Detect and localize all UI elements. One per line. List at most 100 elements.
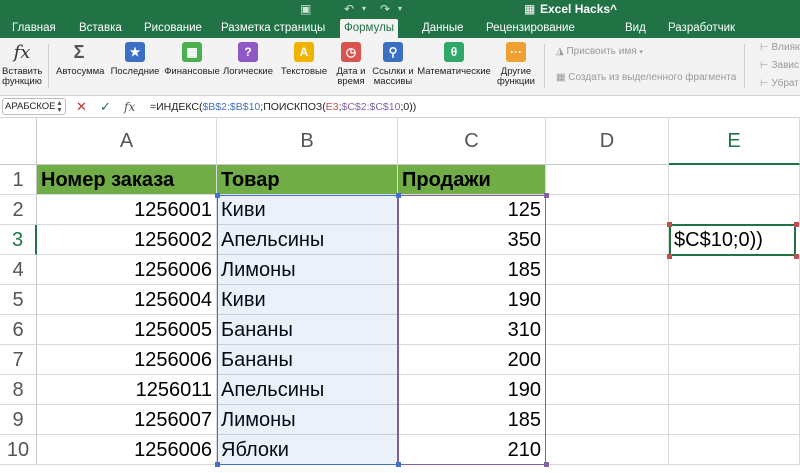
cell[interactable]: [669, 285, 800, 315]
assign-name-button[interactable]: ◮ Присвоить имя ▾: [556, 46, 643, 59]
cell[interactable]: Апельсины: [217, 225, 398, 255]
column-header-c[interactable]: C: [398, 118, 546, 165]
cell[interactable]: Лимоны: [217, 255, 398, 285]
cell[interactable]: [546, 165, 669, 195]
tab-3[interactable]: Разметка страницы: [217, 19, 329, 38]
tab-2[interactable]: Рисование: [140, 19, 206, 38]
tab-0[interactable]: Главная: [8, 19, 60, 38]
range-resize-handle[interactable]: [667, 254, 672, 259]
cell[interactable]: Бананы: [217, 345, 398, 375]
column-header-b[interactable]: B: [217, 118, 398, 165]
row-header-6[interactable]: 6: [0, 315, 37, 345]
cell[interactable]: Бананы: [217, 315, 398, 345]
range-resize-handle[interactable]: [396, 462, 401, 467]
cell[interactable]: Товар: [217, 165, 398, 195]
tab-1[interactable]: Вставка: [75, 19, 126, 38]
cell[interactable]: [546, 315, 669, 345]
range-resize-handle[interactable]: [544, 193, 549, 198]
cell[interactable]: [669, 405, 800, 435]
cell[interactable]: Киви: [217, 285, 398, 315]
cell[interactable]: 185: [398, 405, 546, 435]
fx-button[interactable]: fx: [124, 99, 135, 115]
cell[interactable]: 350: [398, 225, 546, 255]
cell[interactable]: [546, 345, 669, 375]
function-category-button-8[interactable]: ··· Другие функции: [494, 42, 538, 87]
cancel-icon[interactable]: ✕: [76, 99, 87, 115]
row-header-8[interactable]: 8: [0, 375, 37, 405]
cell[interactable]: Апельсины: [217, 375, 398, 405]
tab-8[interactable]: Разработчик: [664, 19, 739, 38]
cell[interactable]: 1256006: [37, 435, 217, 465]
cell[interactable]: Киви: [217, 195, 398, 225]
trace-dependents-button[interactable]: ⊢ Завис: [760, 60, 799, 72]
cell[interactable]: 1256004: [37, 285, 217, 315]
column-header-e[interactable]: E: [669, 118, 800, 165]
cell[interactable]: 1256006: [37, 255, 217, 285]
cell[interactable]: [669, 345, 800, 375]
cell[interactable]: [669, 255, 800, 285]
row-header-5[interactable]: 5: [0, 285, 37, 315]
cell[interactable]: 200: [398, 345, 546, 375]
function-category-button-7[interactable]: θ Математические: [416, 42, 492, 77]
redo-dropdown-icon[interactable]: ▾: [398, 1, 402, 17]
cell[interactable]: [669, 165, 800, 195]
trace-precedents-button[interactable]: ⊢ Влияю: [760, 42, 800, 54]
cell[interactable]: 190: [398, 285, 546, 315]
function-category-button-4[interactable]: A Текстовые: [278, 42, 330, 77]
cell[interactable]: 185: [398, 255, 546, 285]
cell[interactable]: [546, 195, 669, 225]
cell[interactable]: Яблоки: [217, 435, 398, 465]
row-header-10[interactable]: 10: [0, 435, 37, 465]
select-all-corner[interactable]: [0, 118, 37, 165]
cell[interactable]: [546, 435, 669, 465]
function-category-button-2[interactable]: ▦ Финансовые: [164, 42, 220, 77]
row-header-3[interactable]: 3: [0, 225, 37, 255]
cell[interactable]: 1256007: [37, 405, 217, 435]
function-category-button-0[interactable]: Σ Автосумма: [56, 42, 104, 77]
function-category-button-5[interactable]: ◷ Дата и время: [334, 42, 368, 87]
function-category-button-3[interactable]: ? Логические: [222, 42, 274, 77]
column-header-d[interactable]: D: [546, 118, 669, 165]
tab-6[interactable]: Рецензирование: [482, 19, 579, 38]
cell[interactable]: 190: [398, 375, 546, 405]
cell[interactable]: 1256011: [37, 375, 217, 405]
row-header-4[interactable]: 4: [0, 255, 37, 285]
cell[interactable]: [669, 315, 800, 345]
tab-7[interactable]: Вид: [621, 19, 650, 38]
cell[interactable]: Продажи: [398, 165, 546, 195]
cell[interactable]: 1256005: [37, 315, 217, 345]
cell[interactable]: [669, 435, 800, 465]
cell[interactable]: [669, 375, 800, 405]
cell[interactable]: [546, 285, 669, 315]
cell[interactable]: [546, 225, 669, 255]
range-resize-handle[interactable]: [667, 222, 672, 227]
tab-5[interactable]: Данные: [418, 19, 468, 38]
cell[interactable]: [669, 195, 800, 225]
range-resize-handle[interactable]: [794, 222, 799, 227]
row-header-2[interactable]: 2: [0, 195, 37, 225]
insert-function-button[interactable]: fx Вставить функцию: [2, 42, 42, 87]
undo-icon[interactable]: ↶: [344, 1, 354, 17]
undo-dropdown-icon[interactable]: ▾: [362, 1, 366, 17]
range-resize-handle[interactable]: [215, 193, 220, 198]
column-header-a[interactable]: A: [37, 118, 217, 165]
cell[interactable]: [546, 375, 669, 405]
function-category-button-6[interactable]: ⚲ Ссылки и массивы: [372, 42, 414, 87]
tab-4[interactable]: Формулы: [340, 19, 399, 38]
cell[interactable]: 1256002: [37, 225, 217, 255]
confirm-icon[interactable]: ✓: [100, 99, 111, 115]
row-header-9[interactable]: 9: [0, 405, 37, 435]
cell[interactable]: [546, 255, 669, 285]
formula-input[interactable]: =ИНДЕКС($B$2:$B$10;ПОИСКПОЗ(E3;$C$2:$C$1…: [150, 99, 416, 115]
range-resize-handle[interactable]: [794, 254, 799, 259]
function-category-button-1[interactable]: ★ Последние: [110, 42, 160, 77]
row-header-7[interactable]: 7: [0, 345, 37, 375]
cell[interactable]: Лимоны: [217, 405, 398, 435]
cell[interactable]: [546, 405, 669, 435]
cell[interactable]: 125: [398, 195, 546, 225]
active-cell-e3[interactable]: $C$10;0)): [669, 224, 796, 256]
cell[interactable]: 210: [398, 435, 546, 465]
range-resize-handle[interactable]: [544, 462, 549, 467]
range-resize-handle[interactable]: [215, 462, 220, 467]
redo-icon[interactable]: ↷: [380, 1, 390, 17]
